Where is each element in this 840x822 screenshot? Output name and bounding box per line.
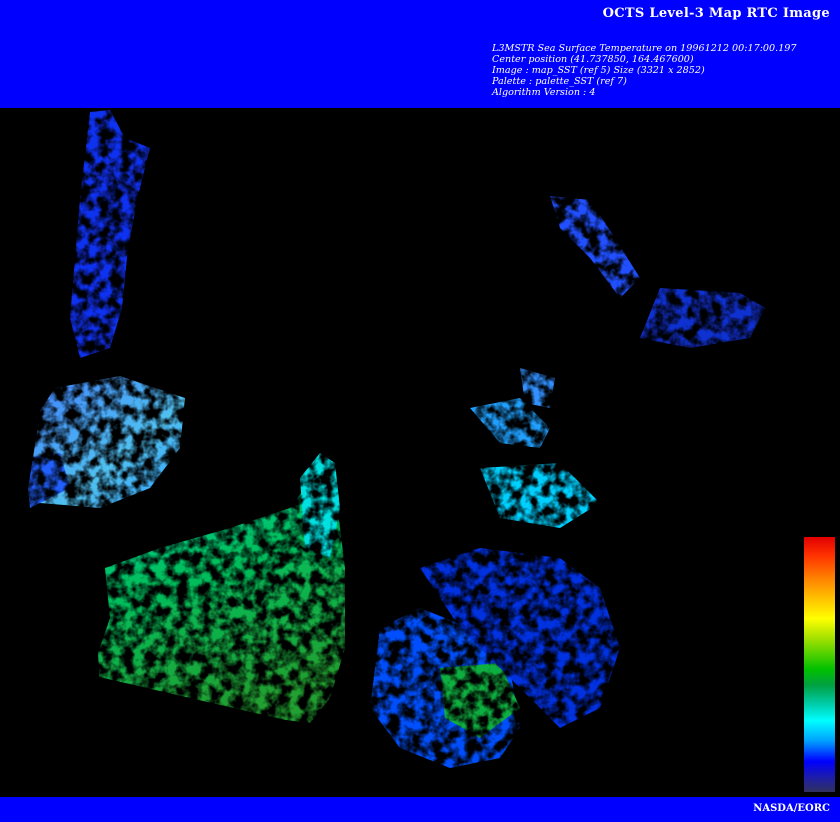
meta-line-product: L3MSTR Sea Surface Temperature on 199612…: [492, 43, 797, 54]
footer-banner: NASDA/EORC: [0, 797, 840, 822]
cloud-gap-northeast: [550, 196, 640, 298]
metadata-block: L3MSTR Sea Surface Temperature on 199612…: [492, 43, 797, 98]
meta-line-image: Image : map_SST (ref 5) Size (3321 x 285…: [492, 65, 705, 76]
credit-label: NASDA/EORC: [753, 803, 830, 814]
page-title: OCTS Level-3 Map RTC Image: [602, 6, 830, 21]
sst-colorbar: [804, 537, 835, 792]
cloud-gap-central-north: [520, 368, 555, 408]
cloud-gap-central-south: [480, 463, 600, 528]
meta-line-algorithm: Algorithm Version : 4: [492, 87, 596, 98]
cloud-gap-east: [640, 288, 765, 348]
header-banner: OCTS Level-3 Map RTC Image L3MSTR Sea Su…: [0, 0, 840, 108]
meta-line-center: Center position (41.737850, 164.467600): [492, 54, 694, 65]
cloud-gap-northwest: [70, 110, 150, 358]
sst-map-image: [0, 108, 840, 797]
meta-line-palette: Palette : palette_SST (ref 7): [492, 76, 627, 87]
sst-map-graphic: [0, 108, 765, 797]
